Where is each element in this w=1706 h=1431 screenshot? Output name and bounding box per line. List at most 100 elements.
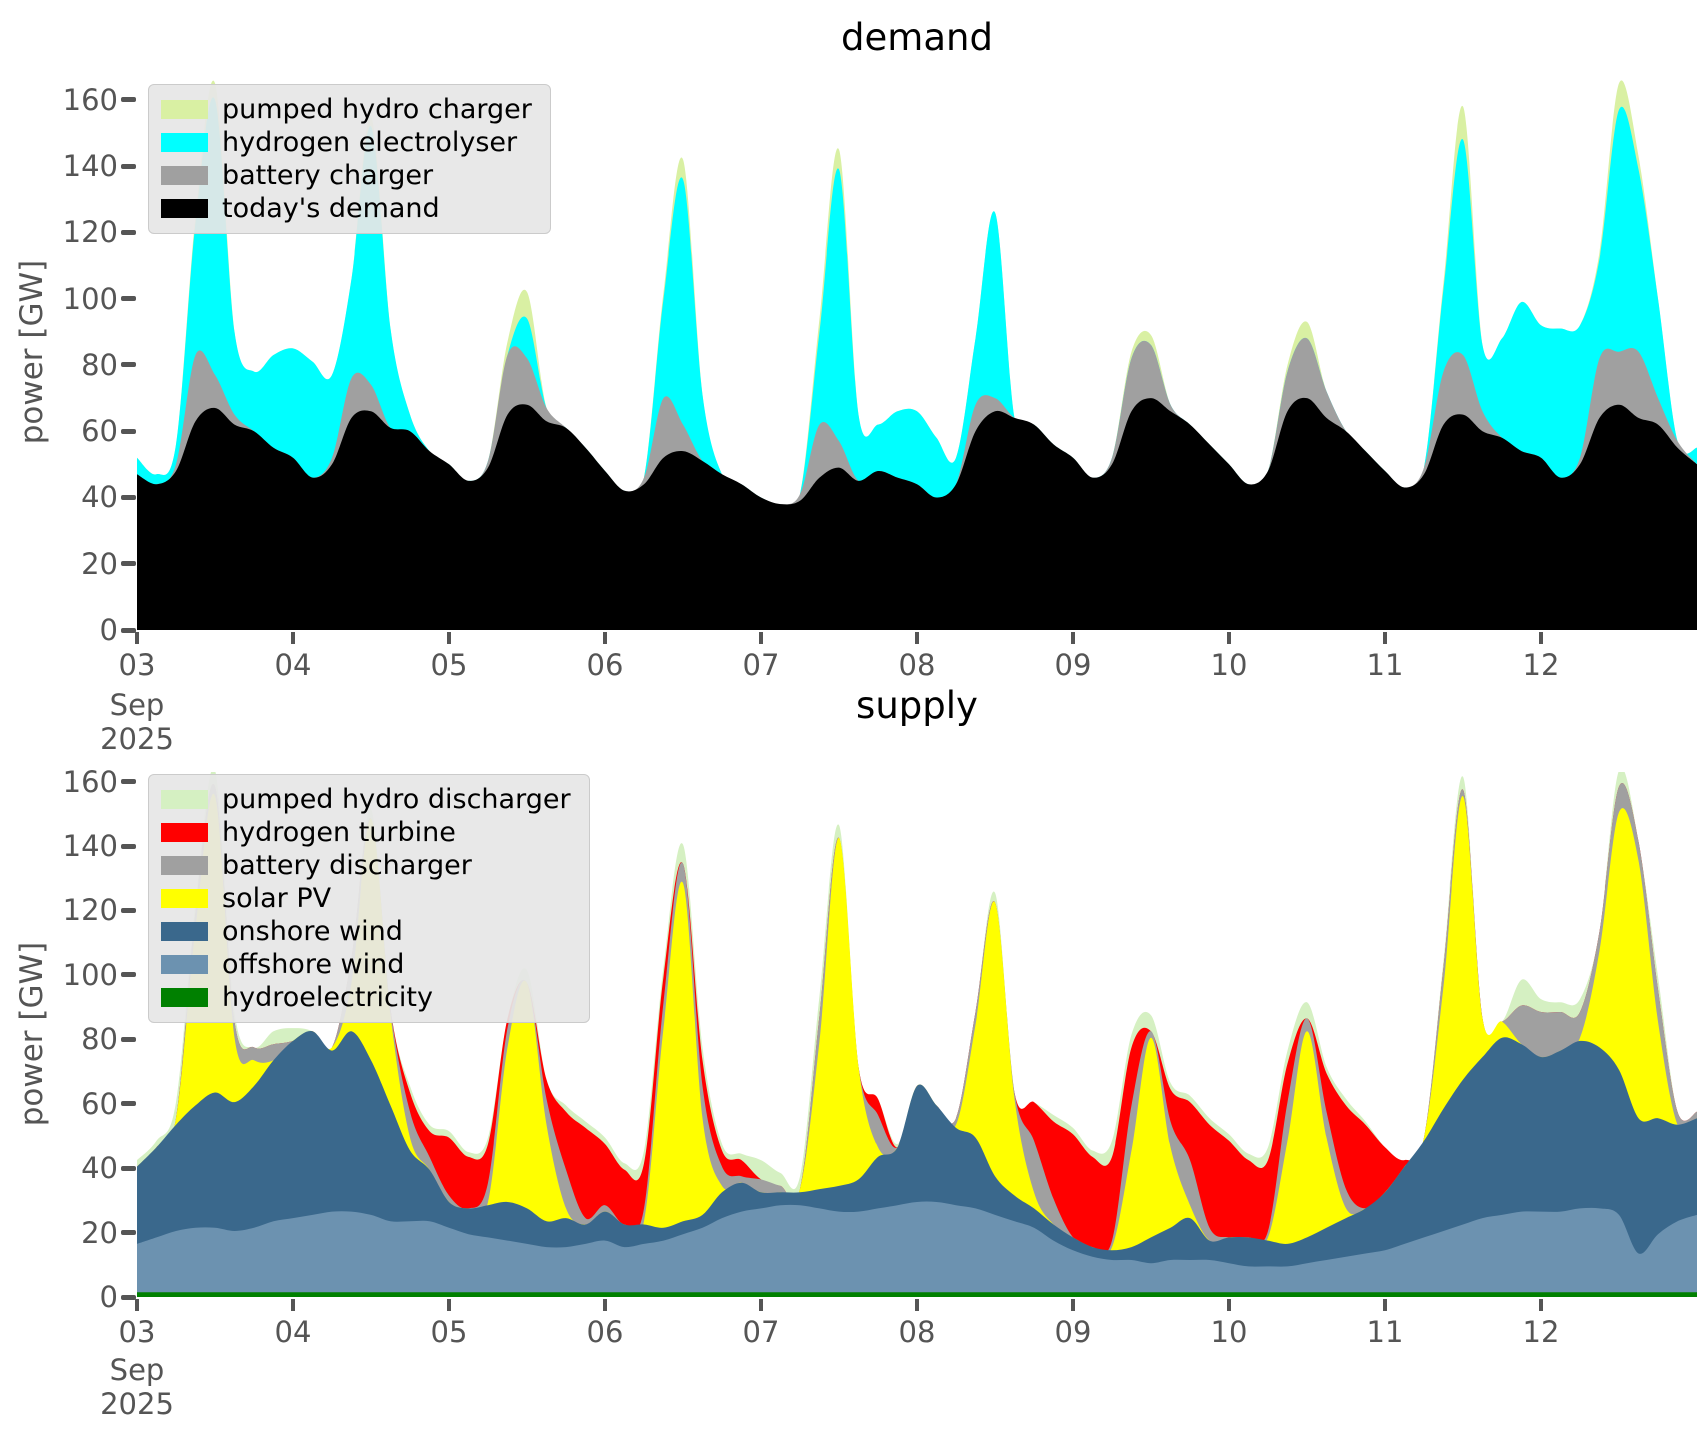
y-tick-label-40: 40 xyxy=(8,1151,118,1185)
x-tick-mark xyxy=(447,1299,451,1311)
y-tick-mark xyxy=(121,908,136,913)
legend-item-battery-charger: battery charger xyxy=(161,159,532,192)
x-tick-label-03: 03 xyxy=(119,1315,156,1349)
legend-swatch-todays-demand xyxy=(161,199,208,218)
legend-swatch-battery-discharger xyxy=(161,856,208,875)
legend-swatch-onshore-wind xyxy=(161,922,208,941)
supply-chart-title: supply xyxy=(856,684,978,727)
y-tick-label-140: 140 xyxy=(8,149,118,183)
legend-item-hydrogen-electrolyser: hydrogen electrolyser xyxy=(161,126,532,159)
supply-x-axis-month-label: Sep xyxy=(110,1353,165,1387)
y-tick-mark xyxy=(121,164,136,169)
x-tick-label-09: 09 xyxy=(1055,1315,1092,1349)
legend-item-onshore-wind: onshore wind xyxy=(161,915,571,948)
x-tick-mark xyxy=(1539,632,1543,644)
legend-swatch-offshore-wind xyxy=(161,955,208,974)
y-tick-mark xyxy=(121,1295,136,1300)
legend-label-battery-discharger: battery discharger xyxy=(222,850,472,881)
x-tick-mark xyxy=(915,1299,919,1311)
legend-label-hydrogen-electrolyser: hydrogen electrolyser xyxy=(222,127,517,158)
y-tick-mark xyxy=(121,561,136,566)
legend-label-onshore-wind: onshore wind xyxy=(222,916,403,947)
x-tick-mark xyxy=(1227,632,1231,644)
y-tick-label-60: 60 xyxy=(8,1087,118,1121)
y-tick-label-160: 160 xyxy=(8,765,118,799)
demand-x-axis-month-label: Sep xyxy=(110,688,165,722)
x-tick-label-03: 03 xyxy=(119,648,156,682)
x-tick-mark xyxy=(135,632,139,644)
legend-label-hydroelectricity: hydroelectricity xyxy=(222,982,433,1013)
y-tick-label-0: 0 xyxy=(8,613,118,647)
x-tick-mark xyxy=(759,632,763,644)
x-tick-label-11: 11 xyxy=(1367,648,1404,682)
x-tick-label-05: 05 xyxy=(431,1315,468,1349)
x-tick-label-11: 11 xyxy=(1367,1315,1404,1349)
x-tick-mark xyxy=(603,1299,607,1311)
y-tick-label-140: 140 xyxy=(8,829,118,863)
y-tick-label-20: 20 xyxy=(8,1216,118,1250)
x-tick-mark xyxy=(1383,632,1387,644)
x-tick-mark xyxy=(1071,1299,1075,1311)
supply-x-axis-year-label: 2025 xyxy=(100,1387,174,1421)
legend-label-pumped-hydro-charger: pumped hydro charger xyxy=(222,94,532,125)
y-tick-mark xyxy=(121,230,136,235)
x-tick-label-06: 06 xyxy=(587,1315,624,1349)
y-tick-mark xyxy=(121,844,136,849)
y-tick-mark xyxy=(121,628,136,633)
x-tick-label-10: 10 xyxy=(1211,648,1248,682)
x-tick-label-12: 12 xyxy=(1523,648,1560,682)
y-tick-mark xyxy=(121,1230,136,1235)
y-tick-label-20: 20 xyxy=(8,547,118,581)
legend-swatch-pumped-hydro-discharger xyxy=(161,790,208,809)
y-tick-label-120: 120 xyxy=(8,893,118,927)
x-tick-label-08: 08 xyxy=(899,1315,936,1349)
legend-swatch-pumped-hydro-charger xyxy=(161,100,208,119)
legend-label-todays-demand: today's demand xyxy=(222,193,440,224)
legend-label-hydrogen-turbine: hydrogen turbine xyxy=(222,817,456,848)
x-tick-label-07: 07 xyxy=(743,648,780,682)
y-tick-mark xyxy=(121,1037,136,1042)
legend-label-pumped-hydro-discharger: pumped hydro discharger xyxy=(222,784,571,815)
demand-x-axis-year-label: 2025 xyxy=(100,722,174,756)
legend-item-solar-pv: solar PV xyxy=(161,882,571,915)
x-tick-mark xyxy=(603,632,607,644)
hydroelectricity-area xyxy=(137,1292,1697,1297)
legend-swatch-hydrogen-turbine xyxy=(161,823,208,842)
legend-label-offshore-wind: offshore wind xyxy=(222,949,404,980)
legend-swatch-hydroelectricity xyxy=(161,988,208,1007)
legend-label-battery-charger: battery charger xyxy=(222,160,433,191)
legend-item-hydrogen-turbine: hydrogen turbine xyxy=(161,816,571,849)
y-tick-label-60: 60 xyxy=(8,414,118,448)
y-tick-mark xyxy=(121,972,136,977)
y-tick-label-0: 0 xyxy=(8,1280,118,1314)
y-tick-label-80: 80 xyxy=(8,348,118,382)
legend-swatch-battery-charger xyxy=(161,166,208,185)
x-tick-label-08: 08 xyxy=(899,648,936,682)
y-tick-mark xyxy=(121,495,136,500)
x-tick-mark xyxy=(759,1299,763,1311)
y-tick-label-100: 100 xyxy=(8,282,118,316)
legend-swatch-hydrogen-electrolyser xyxy=(161,133,208,152)
x-tick-label-07: 07 xyxy=(743,1315,780,1349)
y-tick-mark xyxy=(121,362,136,367)
supply-legend: pumped hydro dischargerhydrogen turbineb… xyxy=(148,774,590,1023)
x-tick-mark xyxy=(135,1299,139,1311)
legend-swatch-solar-pv xyxy=(161,889,208,908)
legend-item-hydroelectricity: hydroelectricity xyxy=(161,981,571,1014)
x-tick-mark xyxy=(915,632,919,644)
legend-item-offshore-wind: offshore wind xyxy=(161,948,571,981)
legend-item-battery-discharger: battery discharger xyxy=(161,849,571,882)
demand-chart-title: demand xyxy=(841,16,993,59)
x-tick-mark xyxy=(1227,1299,1231,1311)
x-tick-label-04: 04 xyxy=(275,1315,312,1349)
x-tick-label-12: 12 xyxy=(1523,1315,1560,1349)
x-tick-mark xyxy=(1071,632,1075,644)
y-tick-label-160: 160 xyxy=(8,83,118,117)
x-tick-label-06: 06 xyxy=(587,648,624,682)
x-tick-label-09: 09 xyxy=(1055,648,1092,682)
x-tick-label-04: 04 xyxy=(275,648,312,682)
x-tick-mark xyxy=(291,1299,295,1311)
y-tick-mark xyxy=(121,779,136,784)
legend-item-todays-demand: today's demand xyxy=(161,192,532,225)
figure: demand power [GW] 0204060801001201401600… xyxy=(0,0,1706,1431)
